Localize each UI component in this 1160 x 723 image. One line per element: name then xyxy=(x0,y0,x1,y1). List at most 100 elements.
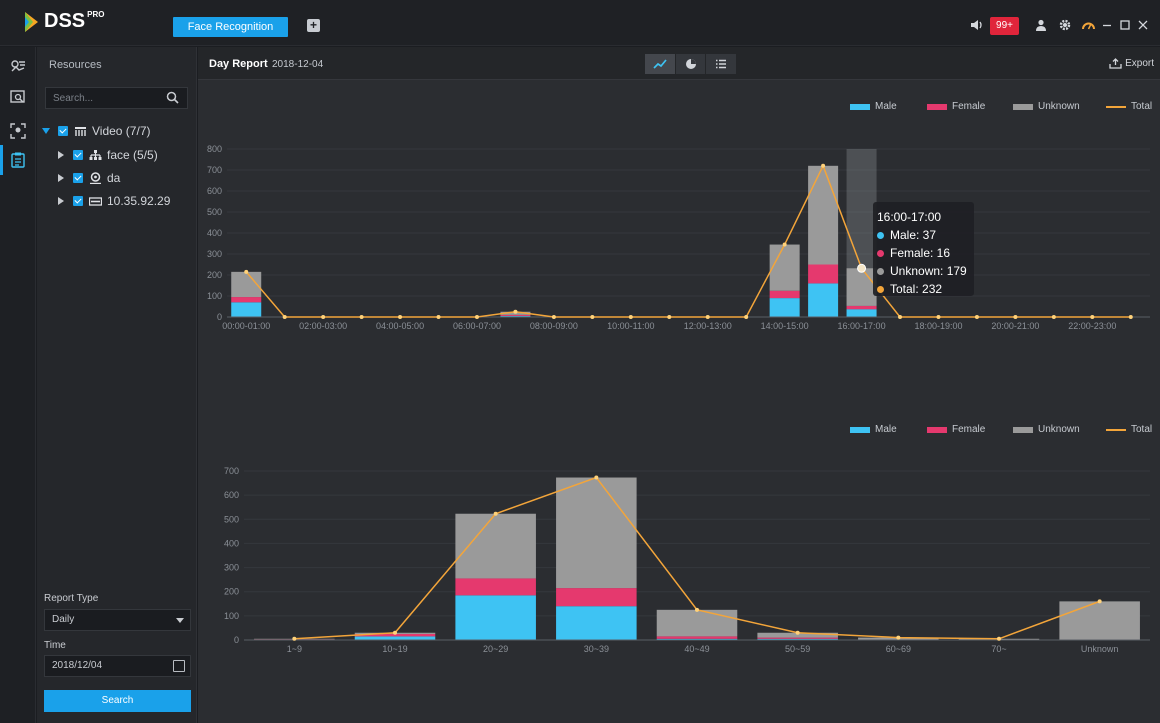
y-tick-label: 500 xyxy=(224,514,239,524)
tree-node-da[interactable]: da xyxy=(58,168,120,188)
bar-male xyxy=(808,283,839,317)
x-tick-label: 12:00-13:00 xyxy=(684,321,732,331)
x-tick-label: 16:00-17:00 xyxy=(838,321,886,331)
total-point xyxy=(1051,315,1056,319)
add-tab-button[interactable]: + xyxy=(307,19,320,32)
face-capture-icon[interactable] xyxy=(9,122,27,140)
caret-right-icon[interactable] xyxy=(58,197,64,205)
x-tick-label: 70~ xyxy=(991,644,1006,654)
face-search-icon[interactable] xyxy=(9,88,27,106)
y-tick-label: 400 xyxy=(224,538,239,548)
bar-unknown xyxy=(556,477,637,589)
search-button[interactable]: Search xyxy=(44,690,191,712)
line-chart-icon[interactable] xyxy=(645,54,675,74)
tooltip-row-total: Total: 232 xyxy=(877,280,970,298)
tree-checkbox[interactable] xyxy=(58,126,68,136)
module-rail xyxy=(0,47,36,723)
total-point xyxy=(1013,315,1018,319)
legend-unknown[interactable]: Unknown xyxy=(1013,424,1080,435)
caret-right-icon[interactable] xyxy=(58,174,64,182)
tab-face-recognition[interactable]: Face Recognition xyxy=(173,17,288,37)
tree-node-ip[interactable]: 10.35.92.29 xyxy=(58,191,170,211)
tree-node-video[interactable]: Video (7/7) xyxy=(42,121,150,141)
bar-unknown xyxy=(1059,601,1140,640)
y-tick-label: 600 xyxy=(224,490,239,500)
gauge-icon[interactable] xyxy=(1079,15,1097,35)
legend-label: Total xyxy=(1131,424,1153,435)
monitor-icon[interactable] xyxy=(9,57,27,75)
tree-node-face[interactable]: face (5/5) xyxy=(58,145,158,165)
pie-chart-icon[interactable] xyxy=(675,54,706,74)
y-tick-label: 700 xyxy=(224,466,239,476)
tree-checkbox[interactable] xyxy=(73,196,83,206)
report-type-value: Daily xyxy=(52,614,75,625)
total-point xyxy=(744,315,749,319)
x-tick-label: Unknown xyxy=(1081,644,1119,654)
tree-label: face (5/5) xyxy=(107,148,158,162)
legend-female[interactable]: Female xyxy=(927,101,985,112)
alert-count-badge[interactable]: 99+ xyxy=(990,17,1019,35)
caret-right-icon[interactable] xyxy=(58,151,64,159)
y-tick-label: 200 xyxy=(207,270,222,280)
export-label: Export xyxy=(1125,58,1154,69)
total-point xyxy=(321,315,326,319)
y-tick-label: 100 xyxy=(224,611,239,621)
total-point xyxy=(474,315,479,319)
user-icon[interactable] xyxy=(1032,15,1050,35)
legend-female[interactable]: Female xyxy=(927,424,985,435)
speaker-icon[interactable] xyxy=(968,15,986,35)
legend-label: Female xyxy=(952,101,986,112)
y-tick-label: 800 xyxy=(207,144,222,154)
bar-male xyxy=(354,636,436,640)
x-tick-label: 22:00-23:00 xyxy=(1068,321,1116,331)
time-value: 2018/12/04 xyxy=(52,660,103,671)
y-tick-label: 200 xyxy=(224,587,239,597)
export-button[interactable]: Export xyxy=(1109,58,1154,69)
search-icon[interactable] xyxy=(166,91,179,104)
total-point xyxy=(997,636,1001,641)
total-point xyxy=(1097,599,1102,604)
total-point xyxy=(782,242,787,247)
gear-icon[interactable] xyxy=(1056,15,1074,35)
resource-search-input[interactable] xyxy=(46,88,156,108)
export-icon xyxy=(1109,58,1122,69)
calendar-icon[interactable] xyxy=(173,660,185,672)
tree-checkbox[interactable] xyxy=(73,173,83,183)
legend-male[interactable]: Male xyxy=(850,101,897,112)
rail-active-indicator xyxy=(0,145,3,175)
chevron-down-icon xyxy=(176,618,184,623)
total-point xyxy=(795,630,800,635)
legend-unknown[interactable]: Unknown xyxy=(1013,101,1080,112)
y-tick-label: 300 xyxy=(224,563,239,573)
total-point xyxy=(898,315,903,319)
total-point xyxy=(292,636,297,641)
view-toggle xyxy=(645,54,737,74)
bar-female xyxy=(231,297,262,303)
list-icon[interactable] xyxy=(706,54,737,74)
total-point xyxy=(628,315,633,319)
legend-total[interactable]: Total xyxy=(1106,424,1152,435)
tooltip-row-unknown: Unknown: 179 xyxy=(877,262,970,280)
total-point xyxy=(821,163,826,168)
caret-down-icon[interactable] xyxy=(42,128,50,134)
report-icon[interactable] xyxy=(9,151,27,169)
x-tick-label: 30~39 xyxy=(584,644,609,654)
maximize-icon[interactable] xyxy=(1117,15,1133,35)
logo-sup: PRO xyxy=(87,10,105,19)
total-point xyxy=(393,630,397,635)
minimize-icon[interactable] xyxy=(1099,15,1115,35)
report-type-label: Report Type xyxy=(44,593,99,604)
x-tick-label: 00:00-01:00 xyxy=(222,321,270,331)
legend-total[interactable]: Total xyxy=(1106,101,1152,112)
tree-label: 10.35.92.29 xyxy=(107,194,171,208)
time-input[interactable]: 2018/12/04 xyxy=(44,655,191,677)
bar-unknown xyxy=(656,609,738,637)
app-logo: DSS PRO xyxy=(24,10,104,33)
close-icon[interactable] xyxy=(1135,15,1151,35)
bar-female xyxy=(500,314,531,316)
report-type-select[interactable]: Daily xyxy=(44,609,191,631)
total-point xyxy=(974,315,979,319)
tree-checkbox[interactable] xyxy=(73,150,83,160)
report-header: Day Report 2018-12-04 Export xyxy=(198,47,1160,80)
legend-male[interactable]: Male xyxy=(850,424,897,435)
